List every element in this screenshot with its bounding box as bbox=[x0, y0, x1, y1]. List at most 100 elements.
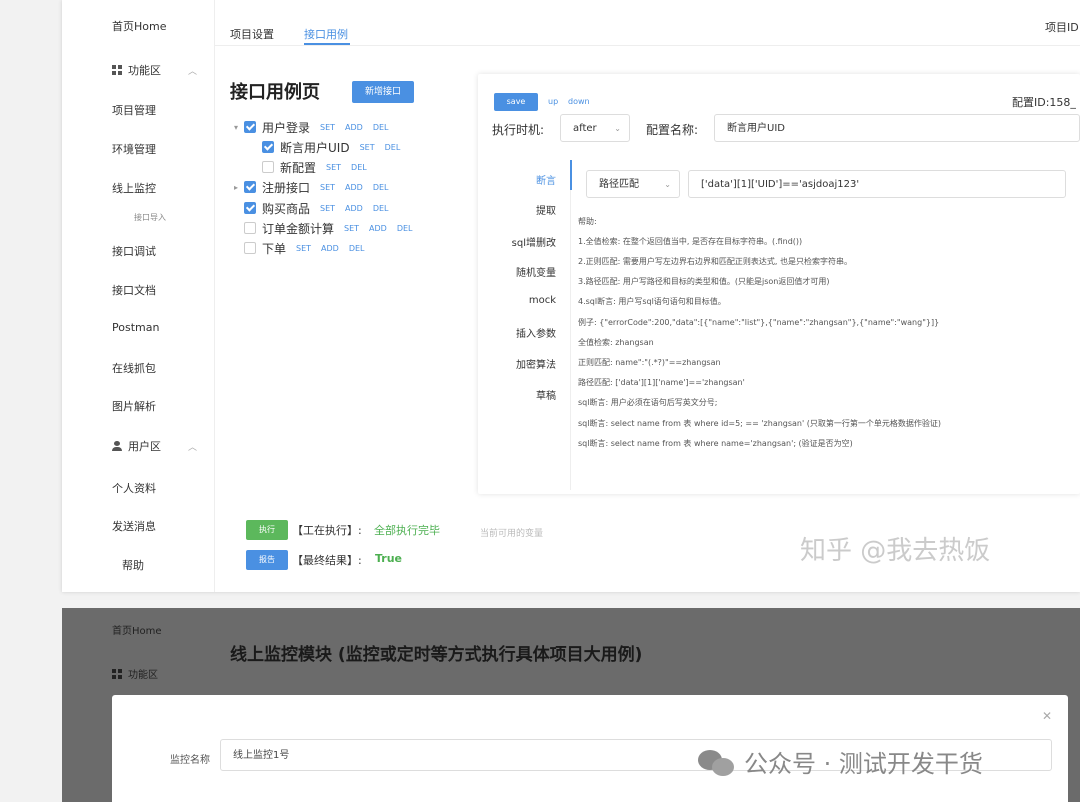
del-link[interactable]: DEL bbox=[373, 183, 389, 192]
del-link[interactable]: DEL bbox=[397, 224, 413, 233]
assert-expression-input[interactable]: ['data'][1]['UID']=='asjdoaj123' bbox=[688, 170, 1066, 198]
zhihu-watermark: 知乎 @我去热饭 bbox=[800, 536, 991, 566]
menu-item-assert[interactable]: 断言 bbox=[486, 172, 556, 187]
help-line: 2.正则匹配: 需要用户写左边界右边界和匹配正则表达式, 也是只检索字符串。 bbox=[578, 257, 852, 266]
checkbox[interactable] bbox=[262, 161, 274, 173]
help-line: 例子: {"errorCode":200,"data":[{"name":"li… bbox=[578, 318, 940, 327]
menu-item-extract[interactable]: 提取 bbox=[486, 202, 556, 217]
save-button[interactable]: save bbox=[494, 93, 538, 111]
checkbox[interactable] bbox=[244, 202, 256, 214]
node-label: 新配置 bbox=[280, 160, 317, 175]
del-link[interactable]: DEL bbox=[373, 204, 389, 213]
tree-node[interactable]: 新配置 SET DEL bbox=[262, 158, 377, 176]
result-label: 【最终结果】: bbox=[292, 554, 362, 567]
checkbox[interactable] bbox=[262, 141, 274, 153]
menu-item-encrypt[interactable]: 加密算法 bbox=[486, 356, 556, 371]
checkbox[interactable] bbox=[244, 222, 256, 234]
sidebar-item-postman[interactable]: Postman bbox=[112, 321, 159, 334]
help-line: 全值检索: zhangsan bbox=[578, 338, 654, 347]
del-link[interactable]: DEL bbox=[385, 143, 401, 152]
caret-down-icon[interactable]: ▾ bbox=[234, 123, 244, 132]
tree-node[interactable]: 断言用户UID SET DEL bbox=[262, 138, 410, 156]
sidebar-home[interactable]: 首页Home bbox=[112, 18, 166, 34]
set-link[interactable]: SET bbox=[326, 163, 341, 172]
sidebar-item-capture[interactable]: 在线抓包 bbox=[112, 360, 156, 376]
chevron-up-icon: ︿ bbox=[188, 442, 198, 453]
help-line: 4.sql断言: 用户写sql语句语句和目标值。 bbox=[578, 297, 726, 306]
add-link[interactable]: ADD bbox=[345, 183, 363, 192]
tree-node[interactable]: 订单金额计算 SET ADD DEL bbox=[244, 219, 423, 237]
project-id-label: 项目ID bbox=[1045, 21, 1079, 34]
set-link[interactable]: SET bbox=[344, 224, 359, 233]
sidebar-section-label: 功能区 bbox=[128, 64, 161, 77]
sidebar-section-label: 功能区 bbox=[128, 670, 158, 681]
sidebar: 首页Home 功能区 ︿ 项目管理 环境管理 线上监控 接口导入 接口调试 接口… bbox=[62, 0, 215, 592]
tree-node[interactable]: 下单 SET ADD DEL bbox=[244, 239, 375, 257]
del-link[interactable]: DEL bbox=[351, 163, 367, 172]
down-link[interactable]: down bbox=[568, 97, 590, 106]
up-link[interactable]: up bbox=[548, 97, 558, 106]
tree-node[interactable]: 购买商品 SET ADD DEL bbox=[244, 199, 399, 217]
watermark-text: 公众号 · 测试开发干货 bbox=[744, 750, 983, 778]
sidebar-item-image[interactable]: 图片解析 bbox=[112, 398, 156, 414]
report-button[interactable]: 报告 bbox=[246, 550, 288, 570]
sidebar-section-function[interactable]: 功能区 ︿ bbox=[112, 62, 197, 78]
menu-item-mock[interactable]: mock bbox=[486, 295, 556, 306]
menu-item-sql[interactable]: sql增删改 bbox=[486, 234, 556, 249]
set-link[interactable]: SET bbox=[296, 244, 311, 253]
add-link[interactable]: ADD bbox=[321, 244, 339, 253]
config-id-label: 配置ID:158_ bbox=[1012, 96, 1076, 109]
tree-node[interactable]: ▾ 用户登录 SET ADD DEL bbox=[234, 118, 399, 136]
assert-type-select[interactable]: 路径匹配 ⌄ bbox=[586, 170, 680, 198]
user-icon bbox=[112, 441, 122, 451]
monitor-name-label: 监控名称 bbox=[170, 755, 210, 766]
del-link[interactable]: DEL bbox=[349, 244, 365, 253]
tab-interface-cases[interactable]: 接口用例 bbox=[304, 26, 348, 42]
chevron-up-icon: ︿ bbox=[188, 66, 198, 77]
set-link[interactable]: SET bbox=[360, 143, 375, 152]
run-label: 【工在执行】: bbox=[292, 524, 362, 537]
sidebar-item-profile[interactable]: 个人资料 bbox=[112, 480, 156, 496]
exec-time-select[interactable]: after ⌄ bbox=[560, 114, 630, 142]
add-link[interactable]: ADD bbox=[369, 224, 387, 233]
config-name-input[interactable]: 断言用户UID bbox=[714, 114, 1080, 142]
sidebar-item-import[interactable]: 接口导入 bbox=[134, 212, 166, 223]
sidebar-item-message[interactable]: 发送消息 bbox=[112, 518, 156, 534]
sidebar-item-env[interactable]: 环境管理 bbox=[112, 141, 156, 157]
checkbox[interactable] bbox=[244, 121, 256, 133]
set-link[interactable]: SET bbox=[320, 183, 335, 192]
result-value: True bbox=[375, 552, 403, 565]
help-line: 帮助: bbox=[578, 217, 597, 226]
node-label: 注册接口 bbox=[262, 180, 311, 195]
tree-node[interactable]: ▸ 注册接口 SET ADD DEL bbox=[234, 178, 399, 196]
help-line: sql断言: 用户必须在语句后写英文分号; bbox=[578, 398, 718, 407]
menu-item-draft[interactable]: 草稿 bbox=[486, 387, 556, 402]
sidebar-item-project[interactable]: 项目管理 bbox=[112, 102, 156, 118]
sidebar-item-docs[interactable]: 接口文档 bbox=[112, 282, 156, 298]
menu-active-indicator bbox=[570, 160, 572, 190]
set-link[interactable]: SET bbox=[320, 123, 335, 132]
add-interface-button[interactable]: 新增接口 bbox=[352, 81, 414, 103]
run-button[interactable]: 执行 bbox=[246, 520, 288, 540]
checkbox[interactable] bbox=[244, 242, 256, 254]
menu-item-insert[interactable]: 插入参数 bbox=[486, 325, 556, 340]
menu-item-random[interactable]: 随机变量 bbox=[486, 264, 556, 279]
close-icon[interactable]: ✕ bbox=[1042, 709, 1052, 723]
set-link[interactable]: SET bbox=[320, 204, 335, 213]
sidebar-home[interactable]: 首页Home bbox=[112, 622, 162, 637]
del-link[interactable]: DEL bbox=[373, 123, 389, 132]
node-label: 用户登录 bbox=[262, 120, 311, 135]
sidebar-section-function[interactable]: 功能区 bbox=[112, 666, 158, 681]
sidebar-item-monitor[interactable]: 线上监控 bbox=[112, 180, 156, 196]
run-status: 全部执行完毕 bbox=[374, 524, 440, 537]
config-panel: save up down 配置ID:158_ 执行时机: after ⌄ 配置名… bbox=[478, 74, 1080, 494]
add-link[interactable]: ADD bbox=[345, 123, 363, 132]
tab-project-settings[interactable]: 项目设置 bbox=[230, 26, 274, 42]
sidebar-item-debug[interactable]: 接口调试 bbox=[112, 243, 156, 259]
add-link[interactable]: ADD bbox=[345, 204, 363, 213]
sidebar-item-help[interactable]: 帮助 bbox=[122, 557, 144, 573]
node-label: 订单金额计算 bbox=[262, 221, 335, 236]
sidebar-section-user[interactable]: 用户区 ︿ bbox=[112, 438, 197, 454]
checkbox[interactable] bbox=[244, 181, 256, 193]
caret-right-icon[interactable]: ▸ bbox=[234, 183, 244, 192]
